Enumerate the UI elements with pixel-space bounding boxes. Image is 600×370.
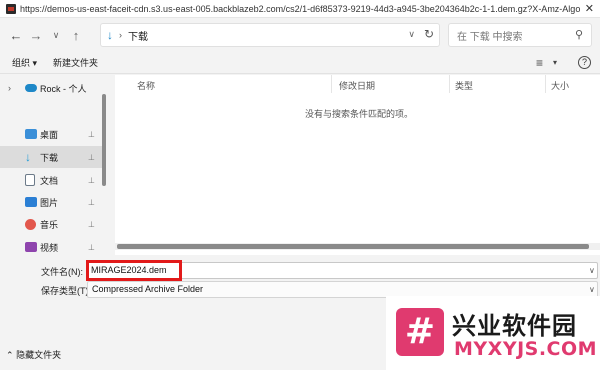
search-placeholder: 在 下载 中搜索 — [457, 31, 523, 43]
empty-state-message: 没有与搜索条件匹配的项。 — [305, 109, 414, 119]
hide-folders-label: 隐藏文件夹 — [16, 350, 62, 360]
sidebar-item-music[interactable]: 音乐 ⊥ — [0, 213, 104, 235]
hide-folders-button[interactable]: ⌃ 隐藏文件夹 — [6, 348, 61, 361]
pin-icon: ⊥ — [88, 152, 95, 162]
sidebar-item-documents[interactable]: 文档 ⊥ — [0, 169, 104, 191]
organize-button[interactable]: 组织 ▾ — [12, 56, 37, 69]
download-icon: ↓ — [25, 150, 31, 164]
sidebar-item-desktop[interactable]: 桌面 ⊥ — [0, 123, 104, 145]
column-divider[interactable] — [449, 75, 450, 93]
sidebar-item-onedrive[interactable]: › Rock - 个人 — [0, 77, 104, 99]
search-icon: ⚲ — [574, 29, 583, 41]
column-header-size[interactable]: 大小 — [551, 79, 569, 92]
pin-icon: ⊥ — [88, 129, 95, 139]
close-button[interactable]: ✕ — [585, 2, 594, 15]
path-separator: › — [119, 30, 122, 40]
view-options-icon[interactable]: ≡ — [536, 56, 543, 70]
column-divider[interactable] — [545, 75, 546, 93]
help-icon[interactable]: ? — [578, 56, 591, 69]
watermark: # 兴业软件园 MYXYJS.COM — [386, 296, 600, 370]
pin-icon: ⊥ — [88, 197, 95, 207]
pictures-icon — [25, 197, 37, 207]
chevron-down-icon[interactable]: ∨ — [589, 285, 595, 294]
pin-icon: ⊥ — [88, 175, 95, 185]
filename-label: 文件名(N): — [41, 267, 83, 277]
sidebar-item-label: 音乐 — [40, 219, 59, 230]
title-bar: https://demos-us-east-faceit-cdn.s3.us-e… — [0, 0, 600, 18]
sidebar-item-pictures[interactable]: 图片 ⊥ — [0, 191, 104, 213]
video-icon — [25, 242, 37, 252]
sidebar-item-label: 视频 — [40, 242, 59, 253]
watermark-subtitle: MYXYJS.COM — [454, 338, 598, 360]
search-input[interactable]: 在 下载 中搜索 ⚲ — [448, 23, 592, 47]
file-list: 名称 修改日期 类型 大小 没有与搜索条件匹配的项。 — [115, 75, 600, 255]
sidebar-item-downloads[interactable]: ↓ 下载 ⊥ — [0, 146, 104, 168]
command-bar: 组织 ▾ 新建文件夹 ≡ ▾ ? — [0, 52, 600, 74]
window-title: https://demos-us-east-faceit-cdn.s3.us-e… — [20, 3, 580, 14]
download-icon: ↓ — [107, 28, 113, 42]
pin-icon: ⊥ — [88, 242, 95, 252]
document-icon — [25, 174, 35, 186]
forward-button[interactable]: → — [26, 28, 46, 43]
highlight-annotation — [86, 260, 182, 281]
sidebar-scrollbar[interactable] — [102, 94, 106, 186]
music-icon — [25, 218, 36, 230]
sidebar-item-label: Rock - 个人 — [40, 83, 87, 94]
chevron-down-icon[interactable]: ∨ — [589, 266, 595, 275]
horizontal-scrollbar[interactable] — [115, 243, 600, 250]
watermark-title: 兴业软件园 — [452, 312, 577, 340]
sidebar-item-videos[interactable]: 视频 ⊥ — [0, 236, 104, 258]
up-button[interactable]: ↑ — [66, 28, 86, 43]
navigation-pane: › Rock - 个人 桌面 ⊥ ↓ 下载 ⊥ 文档 ⊥ 图片 ⊥ 音乐 ⊥ 视… — [0, 75, 104, 255]
column-header-type[interactable]: 类型 — [455, 79, 473, 92]
column-header-name[interactable]: 名称 — [137, 79, 155, 92]
back-button[interactable]: ← — [6, 28, 26, 43]
recent-locations-button[interactable]: ∨ — [46, 30, 66, 41]
watermark-logo-icon: # — [396, 308, 444, 356]
sidebar-item-label: 桌面 — [40, 129, 59, 140]
filetype-label: 保存类型(T): — [41, 286, 91, 296]
view-dropdown-icon[interactable]: ▾ — [553, 58, 557, 67]
navigation-bar: ← → ∨ ↑ ↓ › 下载 ∨ ↻ 在 下载 中搜索 ⚲ — [0, 18, 600, 52]
refresh-button[interactable]: ↻ — [424, 27, 434, 41]
sidebar-item-label: 下载 — [40, 152, 59, 163]
sidebar-item-label: 文档 — [40, 175, 59, 186]
scrollbar-thumb[interactable] — [117, 244, 589, 249]
new-folder-button[interactable]: 新建文件夹 — [53, 56, 98, 69]
breadcrumb-location[interactable]: 下载 — [128, 28, 148, 43]
cloud-icon — [25, 84, 37, 92]
chevron-up-icon: ⌃ — [6, 350, 14, 360]
address-bar[interactable]: ↓ › 下载 ∨ ↻ — [100, 23, 440, 47]
app-icon — [6, 3, 16, 14]
pin-icon: ⊥ — [88, 219, 95, 229]
column-divider[interactable] — [331, 75, 332, 93]
chevron-down-icon[interactable]: ∨ — [408, 29, 415, 40]
expand-icon[interactable]: › — [8, 83, 11, 93]
column-header-date[interactable]: 修改日期 — [339, 79, 375, 92]
sidebar-item-label: 图片 — [40, 197, 59, 208]
desktop-icon — [25, 129, 37, 139]
